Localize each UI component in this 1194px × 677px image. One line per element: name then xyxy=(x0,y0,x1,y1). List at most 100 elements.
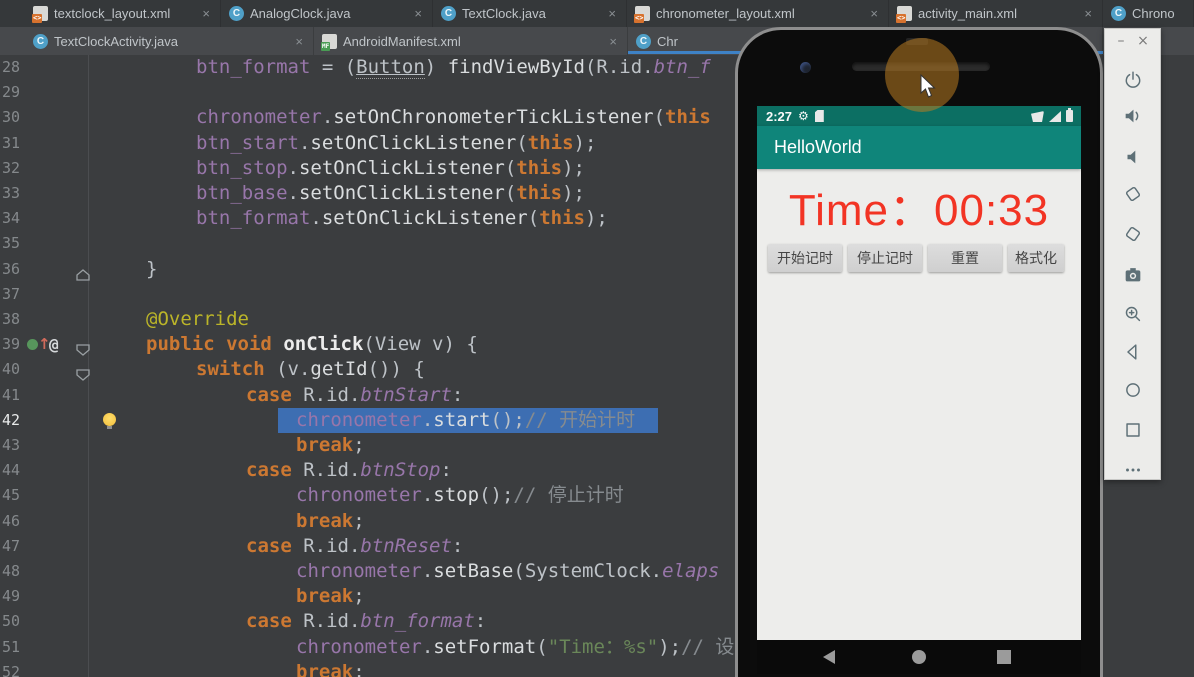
code-token: Button xyxy=(356,56,425,79)
start-timing-button[interactable]: 开始记时 xyxy=(768,244,842,272)
tab-label: activity_main.xml xyxy=(918,6,1017,21)
tab-label: Chrono xyxy=(1132,6,1175,21)
emu-home-button[interactable] xyxy=(1122,379,1144,401)
code-text: btn_start.setOnClickListener(this); xyxy=(196,131,596,156)
code-token: = ( xyxy=(310,56,357,78)
code-token: ( xyxy=(653,106,666,129)
code-token: setFormat xyxy=(433,635,537,658)
code-token: getId xyxy=(310,358,368,381)
code-token: R.id. xyxy=(291,534,361,557)
code-token: this xyxy=(516,182,563,204)
emu-power-button[interactable] xyxy=(1122,69,1144,91)
tab-close-icon[interactable]: × xyxy=(293,34,305,49)
code-text: case R.id.btnReset: xyxy=(246,534,463,559)
nav-back-button[interactable] xyxy=(823,650,835,664)
minimize-icon[interactable]: – xyxy=(1113,33,1129,49)
code-token: stop xyxy=(433,484,480,507)
code-token: (View v) { xyxy=(363,333,478,356)
emulator-toolbar: – × xyxy=(1104,28,1161,480)
emu-zoom-button[interactable] xyxy=(1122,303,1144,325)
java-class-icon: C xyxy=(441,6,456,21)
code-token: (); xyxy=(490,408,525,431)
back-icon xyxy=(1127,344,1137,360)
code-token: chronometer xyxy=(296,484,422,507)
close-icon[interactable]: × xyxy=(1135,33,1151,49)
emu-camera-button[interactable] xyxy=(1122,264,1144,286)
battery-icon xyxy=(1066,108,1073,122)
code-token: . xyxy=(287,156,299,179)
zoom-icon xyxy=(1125,306,1141,322)
editor-tab[interactable]: C TextClock.java × xyxy=(433,0,627,27)
nav-overview-button[interactable] xyxy=(997,650,1011,664)
gutter-line-number: 50 xyxy=(2,612,21,631)
code-text: switch (v.getId()) { xyxy=(196,357,425,382)
override-gutter-icon[interactable] xyxy=(27,339,38,351)
emu-overview-button[interactable] xyxy=(1122,419,1144,441)
tab-close-icon[interactable]: × xyxy=(200,6,212,21)
stop-timing-button[interactable]: 停止记时 xyxy=(848,244,922,272)
tab-close-icon[interactable]: × xyxy=(412,6,424,21)
app-bar: HelloWorld xyxy=(757,126,1081,169)
code-token: ( xyxy=(504,156,517,179)
code-token: } xyxy=(146,257,158,280)
emu-rotate-right-button[interactable] xyxy=(1122,223,1144,245)
emu-more-button[interactable] xyxy=(1122,459,1144,481)
format-button[interactable]: 格式化 xyxy=(1008,244,1064,272)
editor-tab[interactable]: C Chrono xyxy=(1103,0,1194,27)
code-token: ( xyxy=(536,635,548,658)
editor-tab[interactable]: activity_main.xml × xyxy=(889,0,1103,27)
code-token: . xyxy=(310,207,322,230)
code-token: (R.id. xyxy=(584,56,654,78)
tab-close-icon[interactable]: × xyxy=(607,34,619,49)
code-token: . xyxy=(321,106,334,129)
gutter-line-number: 29 xyxy=(2,83,21,102)
code-token: ); xyxy=(573,131,597,154)
code-text: btn_format.setOnClickListener(this); xyxy=(196,206,608,231)
code-token: R.id. xyxy=(291,383,361,406)
code-text: chronometer.setOnChronometerTickListener… xyxy=(196,105,711,130)
code-token: btn_stop xyxy=(196,156,288,179)
tab-close-icon[interactable]: × xyxy=(606,6,618,21)
code-token: btn_f xyxy=(653,56,711,78)
emu-rotate-left-button[interactable] xyxy=(1122,183,1144,205)
nav-home-button[interactable] xyxy=(912,650,926,664)
editor-tab[interactable]: chronometer_layout.xml × xyxy=(627,0,889,27)
editor-tab[interactable]: AndroidManifest.xml × xyxy=(314,27,628,55)
code-token: btn_start xyxy=(196,131,299,154)
code-token: onClick xyxy=(283,333,364,356)
code-comment: // 开始计时 xyxy=(524,408,636,431)
code-token: this xyxy=(539,207,585,230)
editor-tab[interactable]: C AnalogClock.java × xyxy=(221,0,433,27)
editor-tab[interactable]: textclock_layout.xml × xyxy=(25,0,221,27)
tab-label: TextClock.java xyxy=(462,6,546,21)
rotate-left-icon xyxy=(1125,186,1141,202)
annotation-gutter-icon: @ xyxy=(49,335,59,355)
gutter-line-number: 32 xyxy=(2,158,21,177)
java-class-icon: C xyxy=(1111,6,1126,21)
java-class-icon: C xyxy=(229,6,244,21)
code-token: case xyxy=(246,383,292,406)
emulator-screen[interactable]: 2:27 ⚙ HelloWorld Time：00:33 开始记时 停止记时 重置格… xyxy=(757,106,1081,674)
tab-close-icon[interactable]: × xyxy=(1082,6,1094,21)
lightbulb-icon[interactable] xyxy=(103,412,116,429)
gutter-line-number: 46 xyxy=(2,511,21,530)
tab-close-icon[interactable]: × xyxy=(868,6,880,21)
code-text: btn_stop.setOnClickListener(this); xyxy=(196,156,585,181)
status-clock: 2:27 xyxy=(766,108,793,124)
reset-button[interactable]: 重置 xyxy=(928,244,1002,272)
code-token: ) xyxy=(424,56,448,78)
editor-tab[interactable]: C TextClockActivity.java × xyxy=(25,27,314,55)
java-class-icon: C xyxy=(33,33,48,49)
gutter-line-number: 33 xyxy=(2,184,21,202)
code-token: chronometer xyxy=(296,408,422,431)
code-token: R.id. xyxy=(291,610,361,633)
gutter-line-number: 52 xyxy=(2,662,21,677)
code-token: btn_base xyxy=(196,182,288,204)
emu-volume-down-button[interactable] xyxy=(1122,146,1144,168)
emu-back-button[interactable] xyxy=(1122,341,1144,363)
code-token: btnStart xyxy=(360,383,452,406)
gutter-line-number: 38 xyxy=(2,310,21,328)
code-token: ; xyxy=(353,434,365,456)
phone-emulator[interactable]: 2:27 ⚙ HelloWorld Time：00:33 开始记时 停止记时 重置格… xyxy=(735,27,1103,677)
emu-volume-up-button[interactable] xyxy=(1122,105,1144,127)
